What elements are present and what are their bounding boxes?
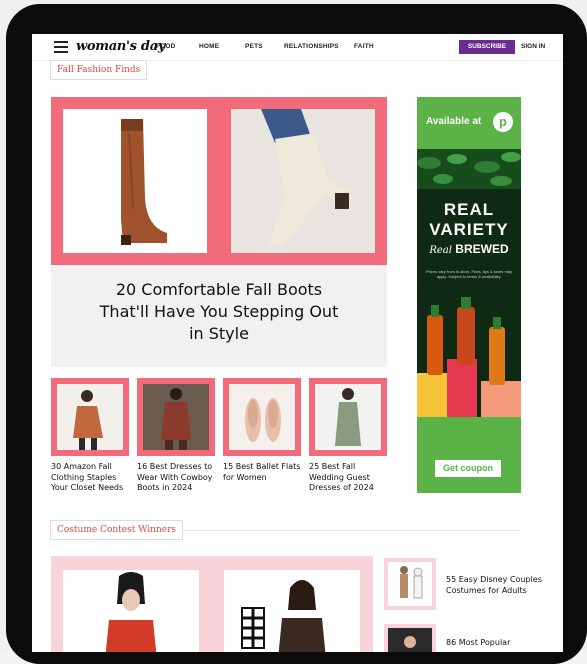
tea-bottles-image (417, 297, 521, 421)
tall-boot-image[interactable] (63, 109, 207, 253)
leaf-pattern (417, 149, 521, 189)
card-title-line: Clothing Staples (51, 472, 117, 482)
side-title-line: 86 Most Popular (446, 638, 511, 647)
card-title[interactable]: 15 Best Ballet Flats for Women (223, 462, 301, 483)
card-title-line: Boots in 2024 (137, 483, 193, 492)
article-card[interactable]: 15 Best Ballet Flats for Women (223, 378, 301, 483)
hero-image-frame[interactable] (51, 97, 387, 265)
card-title-line: for Women (223, 472, 267, 482)
hero-title-line-2: That'll Have You Stepping Out (99, 302, 339, 321)
side-article-title[interactable]: 55 Easy Disney Couples Costumes for Adul… (446, 575, 544, 596)
card-image-frame[interactable] (223, 378, 301, 456)
get-coupon-button[interactable]: Get coupon (435, 460, 501, 477)
nav-item-home[interactable]: HOME (199, 43, 219, 50)
hero-caption[interactable]: 20 Comfortable Fall Boots That'll Have Y… (51, 265, 387, 367)
sign-in-link[interactable]: SIGN IN (521, 43, 545, 50)
ad-headline-brewed: Real BREWED (417, 242, 521, 256)
nav-item-pets[interactable]: PETS (245, 43, 263, 50)
side-thumb-image[interactable] (388, 628, 432, 652)
ad-available-text: Available at (426, 116, 482, 127)
nav-item-food[interactable]: FOOD (156, 43, 176, 50)
section-tag-costume-contest[interactable]: Costume Contest Winners (50, 520, 184, 540)
side-thumb-frame[interactable] (384, 558, 436, 610)
card-image-frame[interactable] (51, 378, 129, 456)
card-title-line: Wedding Guest (309, 472, 370, 482)
top-nav: woman's day FOOD HOME PETS RELATIONSHIPS… (32, 34, 563, 61)
card-title-line: Wear With Cowboy (137, 472, 213, 482)
subscribe-button[interactable]: SUBSCRIBE (459, 40, 515, 54)
article-card[interactable]: 16 Best Dresses to Wear With Cowboy Boot… (137, 378, 215, 494)
side-thumb-image[interactable] (388, 562, 432, 606)
section-tag-fall-fashion[interactable]: Fall Fashion Finds (50, 60, 148, 80)
card-image[interactable] (143, 384, 209, 450)
ad-headline-variety: VARIETY (429, 220, 509, 239)
hero-title-line-1: 20 Comfortable Fall Boots (115, 280, 323, 299)
card-image[interactable] (57, 384, 123, 450)
card-title-line: 16 Best Dresses to (137, 462, 213, 471)
card-image-frame[interactable] (137, 378, 215, 456)
site-logo[interactable]: woman's day (76, 39, 165, 54)
nav-item-relationships[interactable]: RELATIONSHIPS (284, 43, 339, 50)
publix-logo-icon: p (493, 112, 513, 132)
card-title-line: Dresses of 2024 (309, 483, 374, 492)
card-title-line: 25 Best Fall (309, 462, 356, 471)
ad-header: Available at p (417, 97, 521, 149)
ankle-boot-image[interactable] (231, 109, 375, 253)
article-card[interactable]: 25 Best Fall Wedding Guest Dresses of 20… (309, 378, 387, 494)
side-title-line: Costumes for Adults (446, 585, 527, 595)
card-title-line: 30 Amazon Fall (51, 462, 112, 471)
hero-title-line-3: in Style (189, 324, 249, 343)
card-title[interactable]: 16 Best Dresses to Wear With Cowboy Boot… (137, 462, 215, 494)
publix-advertisement[interactable]: Available at p REAL VARIETY Real BREWED … (417, 97, 521, 493)
card-title[interactable]: 25 Best Fall Wedding Guest Dresses of 20… (309, 462, 387, 494)
ad-headline-real: REAL (443, 200, 495, 219)
costume-image-right[interactable] (224, 570, 360, 652)
card-title[interactable]: 30 Amazon Fall Clothing Staples Your Clo… (51, 462, 129, 494)
ad-script-real: Real (429, 245, 452, 256)
card-title-line: Your Closet Needs (51, 483, 124, 492)
side-article-title[interactable]: 86 Most Popular (446, 638, 544, 649)
costume-feature-frame[interactable] (51, 556, 373, 652)
article-card[interactable]: 30 Amazon Fall Clothing Staples Your Clo… (51, 378, 129, 494)
ad-brewed-text: BREWED (455, 242, 509, 256)
hero-title[interactable]: 20 Comfortable Fall Boots That'll Have Y… (51, 279, 387, 345)
card-image[interactable] (229, 384, 295, 450)
card-title-line: 15 Best Ballet Flats (223, 462, 301, 471)
browser-screen: woman's day FOOD HOME PETS RELATIONSHIPS… (32, 34, 563, 652)
menu-icon[interactable] (54, 41, 68, 53)
card-image[interactable] (315, 384, 381, 450)
side-title-line: 55 Easy Disney Couples (446, 575, 542, 584)
ad-fine-print: Prices vary from in-store. Fees, tips & … (425, 269, 513, 279)
costume-image-left[interactable] (63, 570, 199, 652)
nav-item-faith[interactable]: FAITH (354, 43, 374, 50)
side-thumb-frame[interactable] (384, 624, 436, 652)
ad-footer: Get coupon (417, 417, 521, 493)
card-image-frame[interactable] (309, 378, 387, 456)
